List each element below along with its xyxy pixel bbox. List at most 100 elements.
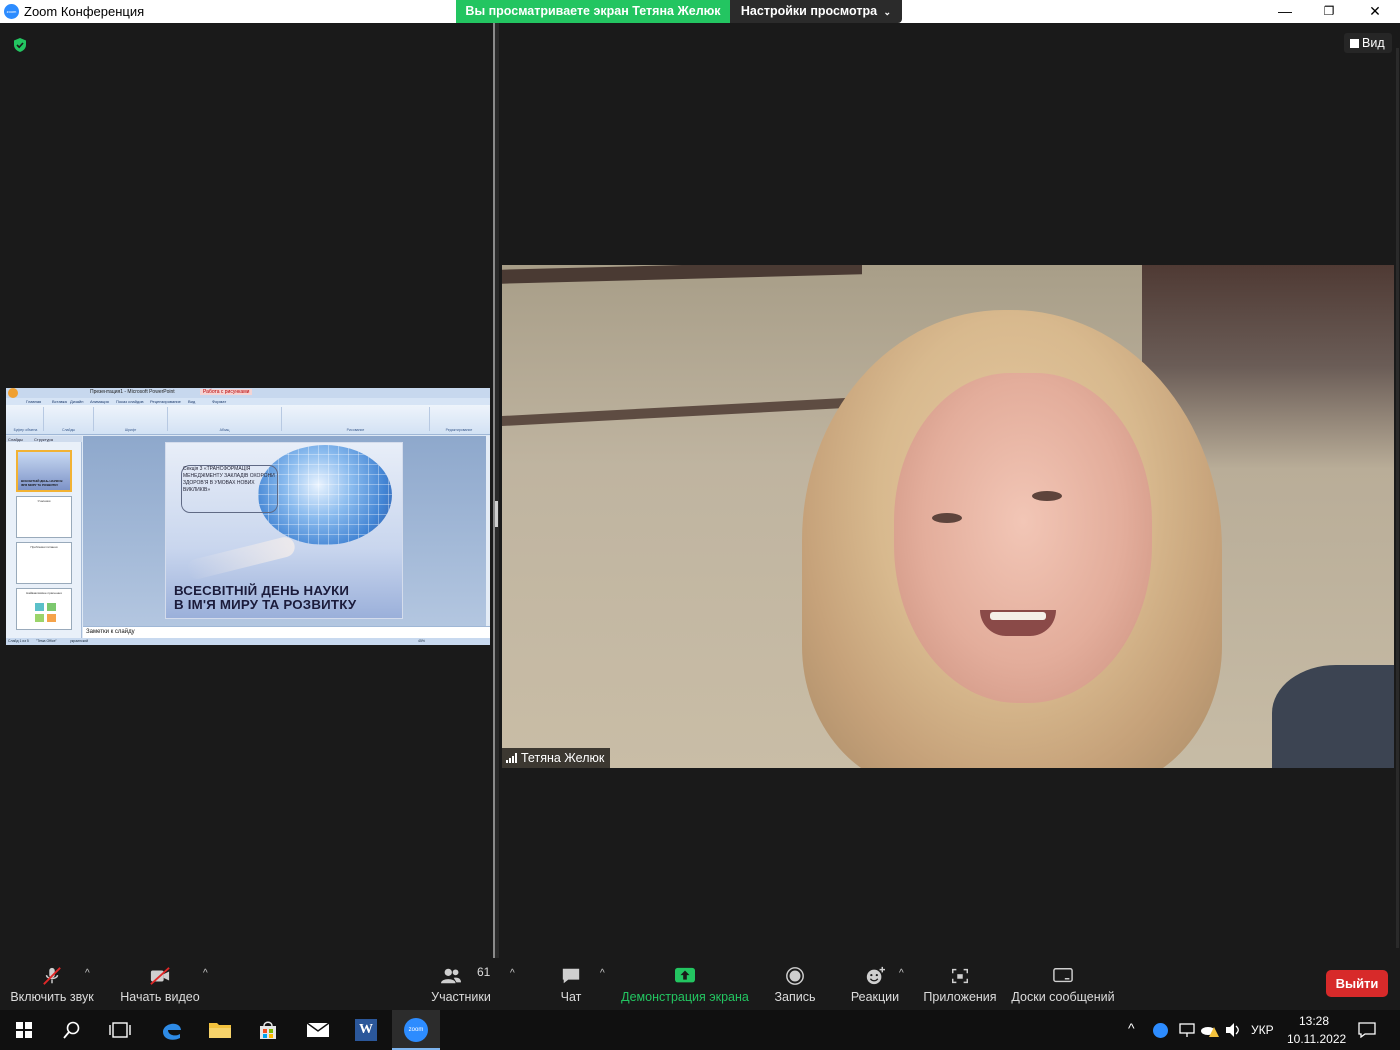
ribbon-group: Слайды [44,407,94,432]
unmute-label: Включить звук [10,990,94,1004]
volume-icon[interactable] [1224,1022,1242,1038]
zoom-logo-icon: zoom [4,4,19,19]
view-button-label: Вид [1362,36,1385,50]
powerpoint-ribbon: Буфер обмена Слайды Шрифт Абзац Рисовани… [6,405,490,435]
slide-thumbnail[interactable]: Проблемні питання [16,542,72,584]
start-video-button[interactable]: Начать видео [118,958,202,1010]
pp-tab: Вставка [52,399,67,404]
participants-count: 61 [477,965,491,979]
task-view-icon [109,1022,131,1038]
ribbon-group: Рисование [282,407,430,432]
taskbar-zoom[interactable]: zoom [392,1010,440,1050]
apps-label: Приложения [923,990,997,1004]
show-hidden-icons-chevron-icon[interactable]: ^ [1128,1020,1135,1036]
chat-options-chevron-icon[interactable]: ^ [600,968,605,979]
ribbon-group: Редактирование [445,428,473,432]
word-app-icon: W [355,1019,377,1041]
powerpoint-title-bar: Презентация1 - Microsoft PowerPoint Рабо… [6,388,490,398]
powerpoint-status-bar: Слайд 1 из 5 "Тема Office" украинский 45… [6,638,490,645]
taskbar-edge[interactable] [148,1010,196,1050]
record-label: Запись [774,990,816,1004]
weather-warning-icon[interactable] [1200,1022,1220,1038]
participant-name: Тетяна Желюк [521,751,605,765]
windows-taskbar: W zoom ^ УКР 13:28 10.11.2022 [0,1010,1400,1050]
clock-date[interactable]: 10.11.2022 [1287,1032,1346,1046]
meeting-toolbar: Включить звук ^ Начать видео ^ 61 Участн… [0,958,1400,1010]
edge-browser-icon [163,1023,181,1040]
notifications-icon[interactable] [1358,1022,1376,1038]
reactions-label: Реакции [850,990,900,1004]
close-button[interactable]: ✕ [1352,0,1398,23]
search-button[interactable] [48,1010,96,1050]
participants-button[interactable]: 61 Участники [424,958,498,1010]
start-video-label: Начать видео [120,990,200,1004]
chat-button[interactable]: Чат [545,958,597,1010]
encryption-shield-icon[interactable] [12,37,28,53]
participants-options-chevron-icon[interactable]: ^ [510,968,515,979]
task-view-button[interactable] [96,1010,144,1050]
reactions-button[interactable]: Реакции [846,958,904,1010]
participant-video[interactable] [502,265,1394,768]
shared-screen-content[interactable]: Презентация1 - Microsoft PowerPoint Рабо… [6,388,490,645]
slide-thumbnail[interactable]: Учасники [16,496,72,538]
taskbar-word[interactable]: W [342,1010,390,1050]
leave-button[interactable]: Выйти [1326,970,1388,997]
ribbon-group: Буфер обмена [8,407,44,432]
taskbar-mail[interactable] [294,1010,342,1050]
windows-logo-icon [16,1022,32,1038]
view-options-dropdown[interactable]: Настройки просмотра ⌄ [730,0,902,23]
splitter-grip-icon[interactable] [495,501,498,527]
taskbar-file-explorer[interactable] [196,1010,244,1050]
window-title: Zoom Конференция [24,4,145,19]
whiteboards-button[interactable]: Доски сообщений [1008,958,1118,1010]
slides-panel: Слайды Структура ВСЕСВІТНІЙ ДЕНЬ НАУКИ В… [6,436,82,638]
share-screen-button[interactable]: Демонстрация экрана [620,958,750,1010]
audio-options-chevron-icon[interactable]: ^ [85,968,90,979]
share-status-banner: Вы просматриваете экран Тетяна Желюк [456,0,730,23]
slide-editing-area[interactable]: Секція 3 «ТРАНСФОРМАЦІЯ МЕНЕДЖМЕНТУ ЗАКЛ… [83,436,486,626]
whiteboards-label: Доски сообщений [1011,990,1115,1004]
video-options-chevron-icon[interactable]: ^ [203,968,208,979]
record-button[interactable]: Запись [766,958,824,1010]
chevron-down-icon: ⌄ [883,7,892,17]
share-screen-arrow-icon [675,967,695,983]
network-icon[interactable] [1178,1022,1196,1038]
slide-thumbnail[interactable]: ВСЕСВІТНІЙ ДЕНЬ НАУКИ В ІМ'Я МИРУ ТА РОЗ… [16,450,72,492]
share-screen-label: Демонстрация экрана [621,990,749,1004]
input-language-indicator[interactable]: УКР [1251,1023,1274,1037]
powerpoint-title: Презентация1 - Microsoft PowerPoint [90,389,175,395]
whiteboard-icon [1053,968,1073,983]
record-icon [786,967,804,985]
office-button-icon [8,388,18,398]
reactions-smiley-icon [866,966,885,985]
participants-label: Участники [431,990,491,1004]
taskbar-store[interactable] [244,1010,292,1050]
zoom-tray-icon[interactable] [1153,1023,1168,1038]
window-scrollbar[interactable] [1396,48,1399,948]
pp-tab: Показ слайдов [116,399,144,404]
folder-icon [209,1023,231,1038]
store-bag-icon [260,1021,276,1039]
view-options-label: Настройки просмотра [740,4,878,18]
view-button[interactable]: Вид [1344,33,1392,53]
panel-splitter[interactable] [493,23,499,958]
unmute-button[interactable]: Включить звук [6,958,98,1010]
video-camera-off-icon [150,967,170,985]
context-tab-label: Работа с рисунками [200,389,253,395]
powerpoint-ribbon-tabs: Главная Вставка Дизайн Анимация Показ сл… [6,398,490,405]
apps-button[interactable]: Приложения [920,958,1000,1010]
start-button[interactable] [0,1010,48,1050]
view-layout-icon [1350,39,1359,48]
pp-tab: Дизайн [70,399,84,404]
minimize-button[interactable]: — [1262,0,1308,23]
pp-tab: Рецензирование [150,399,181,404]
slide-thumbnail[interactable]: Найважливіше прагнення [16,588,72,630]
slide-title: ВСЕСВІТНІЙ ДЕНЬ НАУКИ В ІМ'Я МИРУ ТА РОЗ… [174,583,357,612]
slide-notes[interactable]: Заметки к слайду [83,626,490,638]
pp-tab: Анимация [90,399,109,404]
reactions-options-chevron-icon[interactable]: ^ [899,968,904,979]
current-slide[interactable]: Секція 3 «ТРАНСФОРМАЦІЯ МЕНЕДЖМЕНТУ ЗАКЛ… [165,442,403,619]
restore-button[interactable]: ❐ [1306,0,1352,23]
slide-scrollbar[interactable] [486,436,490,626]
clock-time[interactable]: 13:28 [1299,1014,1329,1028]
